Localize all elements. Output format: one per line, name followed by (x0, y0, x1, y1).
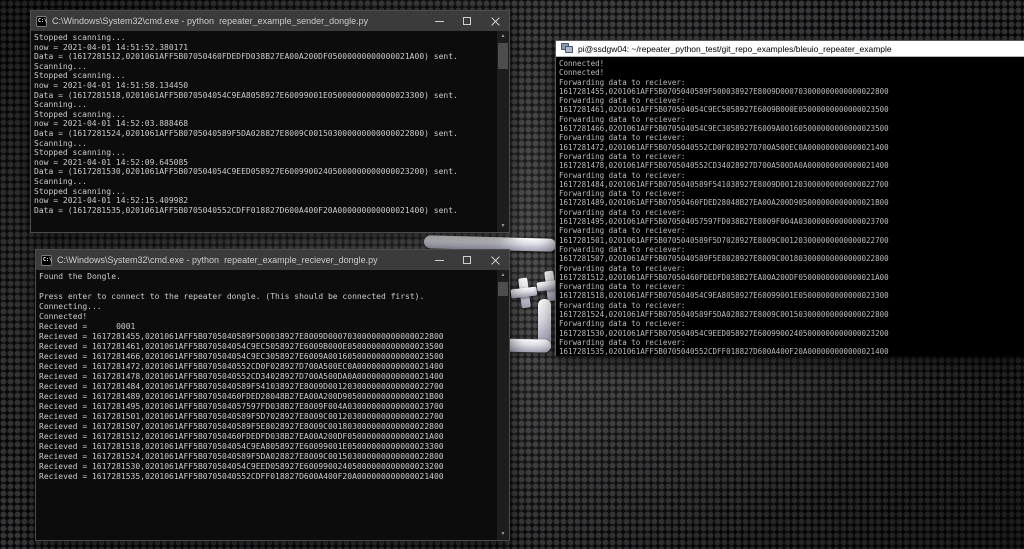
maximize-button[interactable] (453, 11, 481, 31)
maximize-icon (463, 17, 471, 25)
repeater-window-title: pi@ssdgw04: ~/repeater_python_test/git_r… (578, 44, 892, 54)
maximize-icon (463, 256, 471, 264)
scrollbar-thumb[interactable] (498, 282, 508, 296)
maximize-button[interactable] (453, 250, 481, 270)
sender-titlebar[interactable]: C:\ C:\Windows\System32\cmd.exe - python… (31, 11, 509, 31)
wallpaper-j-vertical (538, 299, 551, 345)
scroll-down-icon[interactable]: ▼ (497, 529, 509, 540)
receiver-console-area: Found the Dongle. Press enter to connect… (36, 270, 509, 540)
sender-terminal-window: C:\ C:\Windows\System32\cmd.exe - python… (30, 10, 510, 233)
sender-scrollbar[interactable]: ▲ ▼ (497, 31, 509, 232)
receiver-window-title: C:\Windows\System32\cmd.exe - python rep… (57, 255, 425, 265)
putty-terminal-glyph (565, 46, 573, 53)
repeater-console-output: Connected! Connected! Forwarding data to… (556, 57, 1024, 356)
minimize-button[interactable] (425, 250, 453, 270)
close-icon (491, 256, 500, 265)
close-button[interactable] (481, 11, 509, 31)
scroll-up-icon[interactable]: ▲ (497, 31, 509, 42)
close-button[interactable] (481, 250, 509, 270)
sender-console-output: Stopped scanning... now = 2021-04-01 14:… (31, 31, 509, 215)
sender-console-area: Stopped scanning... now = 2021-04-01 14:… (31, 31, 509, 232)
receiver-console-output: Found the Dongle. Press enter to connect… (36, 270, 509, 482)
repeater-titlebar[interactable]: pi@ssdgw04: ~/repeater_python_test/git_r… (556, 41, 1024, 57)
cmd-icon: C:\ (41, 255, 52, 266)
minimize-icon (435, 21, 444, 22)
scroll-up-icon[interactable]: ▲ (497, 270, 509, 281)
receiver-scrollbar[interactable]: ▲ ▼ (497, 270, 509, 540)
receiver-window-controls (425, 250, 509, 270)
receiver-terminal-window: C:\ C:\Windows\System32\cmd.exe - python… (35, 249, 510, 541)
minimize-icon (435, 260, 444, 261)
putty-icon (561, 43, 573, 54)
scrollbar-thumb[interactable] (498, 43, 508, 69)
scroll-down-icon[interactable]: ▼ (497, 221, 509, 232)
receiver-titlebar[interactable]: C:\ C:\Windows\System32\cmd.exe - python… (36, 250, 509, 270)
sender-window-controls (425, 11, 509, 31)
cmd-icon: C:\ (36, 16, 47, 27)
minimize-button[interactable] (425, 11, 453, 31)
repeater-console-area: Connected! Connected! Forwarding data to… (556, 57, 1024, 356)
close-icon (491, 17, 500, 26)
sender-window-title: C:\Windows\System32\cmd.exe - python rep… (52, 16, 425, 26)
wallpaper-plus-horizontal (510, 286, 537, 298)
repeater-ssh-window: pi@ssdgw04: ~/repeater_python_test/git_r… (555, 40, 1024, 356)
